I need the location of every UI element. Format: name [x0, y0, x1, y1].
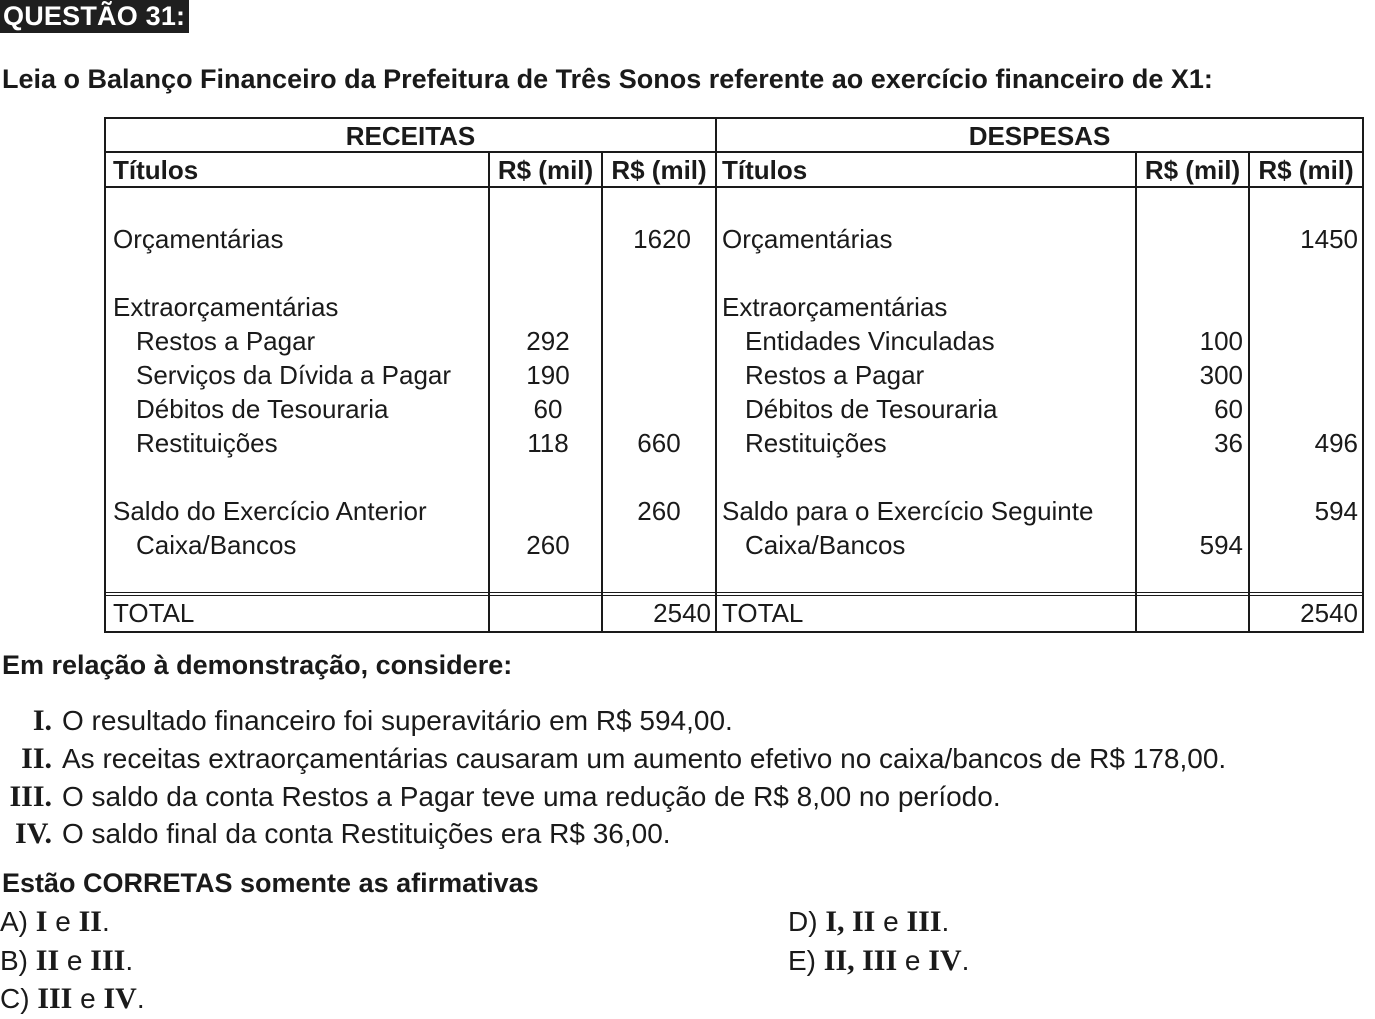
option-letter: A) [0, 906, 28, 937]
statement-text: O resultado financeiro foi superavitário… [62, 705, 733, 736]
left-titulos-header: Títulos [113, 155, 199, 185]
left-total-label: TOTAL [113, 598, 195, 628]
option-c[interactable]: C) III e IV. [0, 981, 145, 1017]
left-orcamentarias-total: 1620 [633, 224, 691, 254]
option-letter: B) [0, 945, 28, 976]
option-sep: e [897, 945, 929, 976]
option-part: IV [928, 944, 962, 977]
left-saldo-total: 260 [637, 496, 681, 526]
middle-divider [715, 119, 717, 631]
option-part: I [35, 905, 48, 938]
statement: III. O saldo da conta Restos a Pagar tev… [0, 779, 1370, 815]
option-d[interactable]: D) I, II e III. [788, 904, 949, 940]
statement: IV. O saldo final da conta Restituições … [0, 816, 1370, 852]
despesas-header: DESPESAS [968, 121, 1111, 151]
right-caixa-label: Caixa/Bancos [745, 530, 906, 560]
option-b[interactable]: B) II e III. [0, 943, 133, 979]
option-letter: E) [788, 945, 816, 976]
left-extra-item-value: 292 [526, 326, 570, 356]
statement-number: IV. [15, 817, 52, 850]
option-end: . [125, 945, 134, 976]
left-caixa-value: 260 [526, 530, 570, 560]
answer-prompt: Estão CORRETAS somente as afirmativas [2, 868, 539, 898]
question-intro: Leia o Balanço Financeiro da Prefeitura … [2, 64, 1213, 94]
statement-text: As receitas extraorçamentárias causaram … [62, 743, 1227, 774]
statement-number: III. [9, 780, 52, 813]
right-extra-item-value: 36 [1214, 428, 1243, 458]
option-sep: e [72, 983, 104, 1014]
right-extra-total: 496 [1314, 428, 1358, 458]
right-extra-label: Extraorçamentárias [722, 292, 948, 322]
consider-heading: Em relação à demonstração, considere: [2, 650, 513, 680]
left-extra-item-label: Débitos de Tesouraria [136, 394, 389, 424]
statement-text: O saldo da conta Restos a Pagar teve uma… [62, 781, 1001, 812]
option-part: II [78, 905, 102, 938]
option-a[interactable]: A) I e II. [0, 904, 110, 940]
left-total-value: 2540 [653, 598, 711, 628]
right-titulos-header: Títulos [722, 155, 808, 185]
option-part: I, II [825, 905, 876, 938]
option-end: . [101, 906, 110, 937]
right-saldo-total: 594 [1314, 496, 1358, 526]
left-extra-label: Extraorçamentárias [113, 292, 339, 322]
balance-sheet-table: RECEITAS DESPESAS Títulos R$ (mil) R$ (m… [104, 117, 1364, 633]
statement-number: II. [21, 742, 52, 775]
option-letter: C) [0, 983, 30, 1014]
left-extra-item-value: 118 [527, 428, 569, 458]
option-part: III [906, 905, 942, 938]
right-rs-header-1: R$ (mil) [1144, 155, 1241, 185]
right-orcamentarias-total: 1450 [1300, 224, 1358, 254]
right-orcamentarias-label: Orçamentárias [722, 224, 893, 254]
option-sep: e [47, 906, 79, 937]
left-caixa-label: Caixa/Bancos [136, 530, 297, 560]
right-extra-item-label: Entidades Vinculadas [745, 326, 995, 356]
option-e[interactable]: E) II, III e IV. [788, 943, 969, 979]
receitas-header: RECEITAS [345, 121, 476, 151]
statement: II. As receitas extraorçamentárias causa… [0, 741, 1370, 777]
left-extra-item-label: Serviços da Dívida a Pagar [136, 360, 452, 390]
right-extra-item-value: 300 [1199, 360, 1243, 390]
left-extra-item-value: 60 [533, 394, 563, 424]
option-part: II, III [823, 944, 898, 977]
option-sep: e [59, 945, 91, 976]
right-total-value: 2540 [1300, 598, 1358, 628]
left-rs-header-1: R$ (mil) [497, 155, 594, 185]
right-total-label: TOTAL [722, 598, 804, 628]
right-caixa-value: 594 [1199, 530, 1243, 560]
question-number-badge: QUESTÃO 31: [0, 0, 190, 33]
left-extra-item-label: Restituições [136, 428, 278, 458]
option-part: II [35, 944, 60, 977]
option-end: . [961, 945, 970, 976]
right-saldo-label: Saldo para o Exercício Seguinte [722, 496, 1094, 526]
option-sep: e [875, 906, 907, 937]
right-rs-header-2: R$ (mil) [1258, 155, 1354, 185]
left-extra-total: 660 [637, 428, 681, 458]
left-extra-item-label: Restos a Pagar [136, 326, 316, 356]
left-extra-item-value: 190 [526, 360, 570, 390]
statement-number: I. [32, 704, 52, 737]
option-end: . [136, 983, 145, 1014]
option-part: III [90, 944, 126, 977]
option-end: . [941, 906, 950, 937]
statement-text: O saldo final da conta Restituições era … [62, 818, 671, 849]
left-rs-header-2: R$ (mil) [611, 155, 707, 185]
right-extra-item-label: Débitos de Tesouraria [745, 394, 998, 424]
left-orcamentarias-label: Orçamentárias [113, 224, 284, 254]
right-extra-item-label: Restituições [745, 428, 887, 458]
option-part: IV [103, 982, 137, 1015]
right-extra-item-label: Restos a Pagar [745, 360, 925, 390]
right-extra-item-value: 60 [1214, 394, 1243, 424]
right-extra-item-value: 100 [1199, 326, 1243, 356]
statement: I. O resultado financeiro foi superavitá… [0, 703, 1370, 739]
left-saldo-label: Saldo do Exercício Anterior [113, 496, 427, 526]
option-part: III [37, 982, 73, 1015]
option-letter: D) [788, 906, 818, 937]
